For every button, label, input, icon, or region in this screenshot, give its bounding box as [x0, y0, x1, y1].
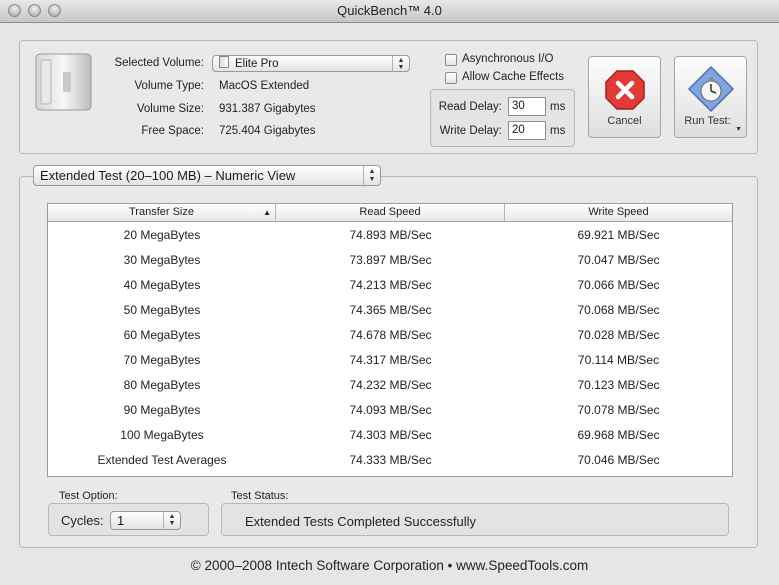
select-arrows-icon: ▲ ▼ — [392, 56, 409, 72]
cycles-select-value: 1 — [117, 513, 125, 528]
title-bar: QuickBench™ 4.0 — [0, 0, 779, 23]
test-view-select-value: Extended Test (20–100 MB) – Numeric View — [40, 168, 296, 183]
transfer-size-cell: 30 MegaBytes — [123, 253, 201, 267]
volume-size-value: 931.387 Gigabytes — [219, 103, 316, 115]
write-speed-cell: 69.968 MB/Sec — [577, 428, 660, 442]
read-delay-label: Read Delay: — [438, 101, 502, 113]
column-header-label: Transfer Size — [128, 206, 194, 218]
volume-select-value: Elite Pro — [235, 58, 279, 70]
transfer-size-cell: 50 MegaBytes — [123, 303, 201, 317]
write-speed-cell: 70.046 MB/Sec — [577, 453, 660, 467]
cancel-button[interactable]: Cancel — [588, 56, 661, 138]
run-test-button[interactable]: Run Test: ▼ — [674, 56, 747, 138]
test-status-message: Extended Tests Completed Successfully — [245, 514, 476, 529]
run-test-menu-arrow-icon: ▼ — [735, 126, 742, 133]
read-speed-cell: 74.678 MB/Sec — [349, 328, 432, 342]
write-speed-cell: 70.114 MB/Sec — [577, 353, 660, 367]
write-delay-unit: ms — [550, 125, 566, 137]
allow-cache-label: Allow Cache Effects — [462, 71, 565, 83]
drive-small-icon — [219, 56, 229, 68]
sort-ascending-icon: ▲ — [263, 208, 271, 217]
volume-size-label: Volume Size: — [136, 103, 204, 115]
transfer-size-cell: 60 MegaBytes — [123, 328, 201, 342]
async-io-label: Asynchronous I/O — [462, 53, 554, 65]
free-space-value: 725.404 Gigabytes — [219, 125, 316, 137]
test-status-label: Test Status: — [231, 490, 289, 502]
footer-credits: © 2000–2008 Intech Software Corporation … — [190, 558, 589, 573]
read-delay-unit: ms — [550, 101, 566, 113]
results-table: Transfer Size ▲ Read Speed Write Speed 2… — [47, 203, 733, 477]
stopwatch-icon — [687, 65, 735, 113]
write-speed-cell: 70.066 MB/Sec — [577, 278, 660, 292]
test-option-label: Test Option: — [59, 490, 118, 502]
read-speed-cell: 74.333 MB/Sec — [349, 453, 432, 467]
selected-volume-label: Selected Volume: — [114, 57, 204, 69]
write-delay-field[interactable]: 20 — [508, 121, 546, 140]
free-space-label: Free Space: — [141, 125, 204, 137]
volume-select[interactable]: Elite Pro ▲ ▼ — [212, 55, 410, 72]
read-speed-cell: 74.303 MB/Sec — [349, 428, 432, 442]
read-delay-field[interactable]: 30 — [508, 97, 546, 116]
quickbench-window: QuickBench™ 4.0 Selected Volume: Elite P… — [0, 0, 779, 585]
cancel-stop-icon — [605, 70, 645, 110]
transfer-size-cell: 80 MegaBytes — [123, 378, 201, 392]
read-speed-cell: 74.317 MB/Sec — [349, 353, 432, 367]
transfer-size-cell: 100 MegaBytes — [120, 428, 204, 442]
transfer-size-cell: 90 MegaBytes — [123, 403, 201, 417]
table-header: Transfer Size ▲ Read Speed Write Speed — [48, 204, 732, 222]
volume-type-value: MacOS Extended — [219, 80, 310, 92]
write-speed-cell: 69.921 MB/Sec — [577, 228, 660, 242]
write-speed-cell: 70.068 MB/Sec — [577, 303, 660, 317]
test-view-select[interactable]: Extended Test (20–100 MB) – Numeric View… — [33, 165, 381, 187]
allow-cache-checkbox[interactable] — [445, 72, 457, 84]
transfer-size-cell: 40 MegaBytes — [123, 278, 201, 292]
async-io-checkbox[interactable] — [445, 54, 457, 66]
transfer-size-cell: 70 MegaBytes — [123, 353, 201, 367]
column-header-read-speed[interactable]: Read Speed — [276, 204, 505, 221]
read-speed-cell: 74.893 MB/Sec — [349, 228, 432, 242]
write-speed-cell: 70.047 MB/Sec — [577, 253, 660, 267]
write-speed-cell: 70.123 MB/Sec — [577, 378, 660, 392]
hard-drive-icon — [33, 52, 93, 112]
window-title: QuickBench™ 4.0 — [337, 3, 442, 18]
column-header-write-speed[interactable]: Write Speed — [505, 204, 732, 221]
column-header-transfer-size[interactable]: Transfer Size ▲ — [48, 204, 276, 221]
cycles-label: Cycles: — [61, 513, 104, 528]
transfer-size-cell: 20 MegaBytes — [123, 228, 201, 242]
read-speed-cell: 74.365 MB/Sec — [349, 303, 432, 317]
delay-panel — [430, 89, 575, 147]
write-speed-cell: 70.028 MB/Sec — [577, 328, 660, 342]
cancel-button-label: Cancel — [607, 115, 642, 127]
read-speed-cell: 74.093 MB/Sec — [349, 403, 432, 417]
read-speed-cell: 74.213 MB/Sec — [349, 278, 432, 292]
select-arrows-icon: ▲ ▼ — [363, 166, 380, 187]
volume-type-label: Volume Type: — [134, 80, 204, 92]
read-speed-cell: 74.232 MB/Sec — [349, 378, 432, 392]
write-delay-label: Write Delay: — [439, 125, 502, 137]
read-speed-cell: 73.897 MB/Sec — [349, 253, 432, 267]
select-arrows-icon: ▲ ▼ — [163, 512, 180, 530]
write-speed-cell: 70.078 MB/Sec — [577, 403, 660, 417]
cycles-select[interactable]: 1 ▲ ▼ — [110, 511, 181, 530]
transfer-size-cell: Extended Test Averages — [97, 453, 227, 467]
